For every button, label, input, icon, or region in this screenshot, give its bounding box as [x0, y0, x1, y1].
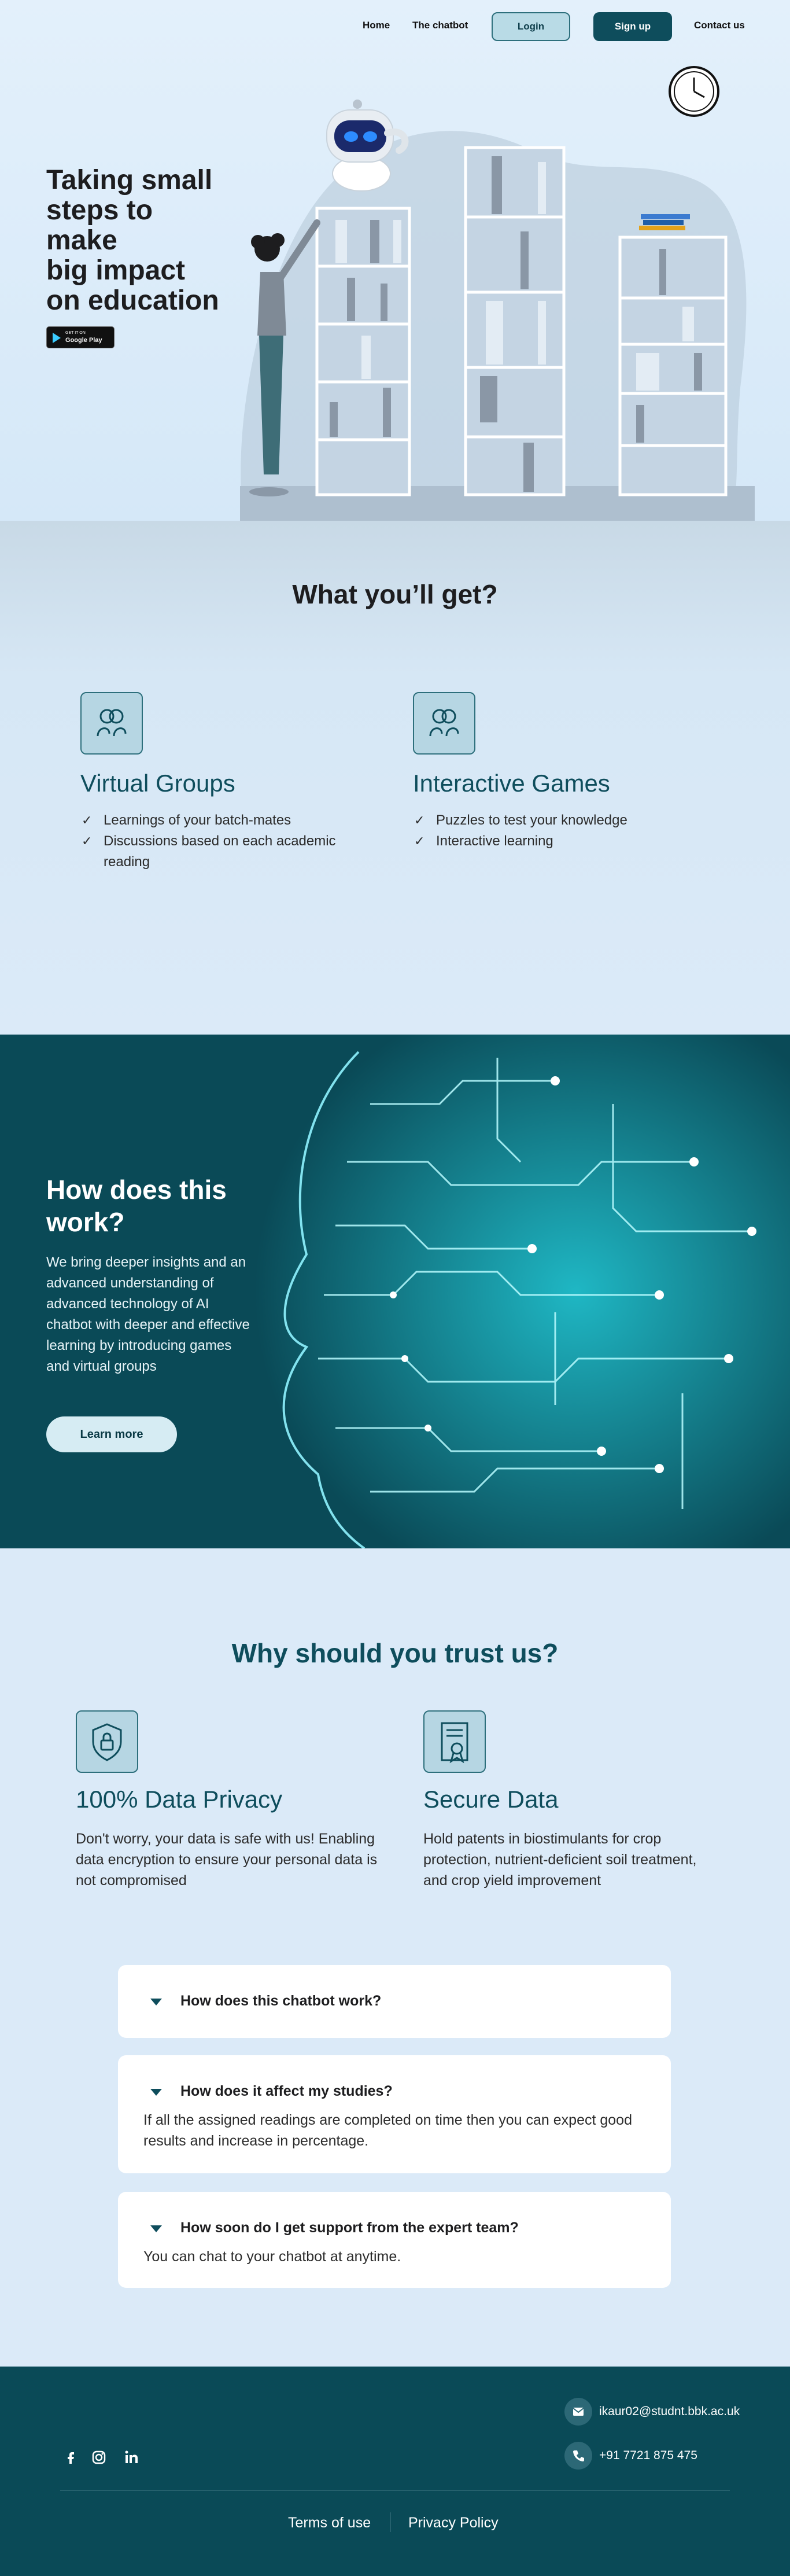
top-nav: Home The chatbot Login Sign up Contact u…	[0, 0, 790, 52]
nav-chatbot[interactable]: The chatbot	[412, 20, 468, 31]
nav-contact[interactable]: Contact us	[694, 20, 745, 31]
signup-button[interactable]: Sign up	[593, 12, 672, 41]
login-button[interactable]: Login	[492, 12, 570, 41]
nav-home[interactable]: Home	[363, 20, 390, 31]
page-canvas	[0, 0, 790, 2576]
